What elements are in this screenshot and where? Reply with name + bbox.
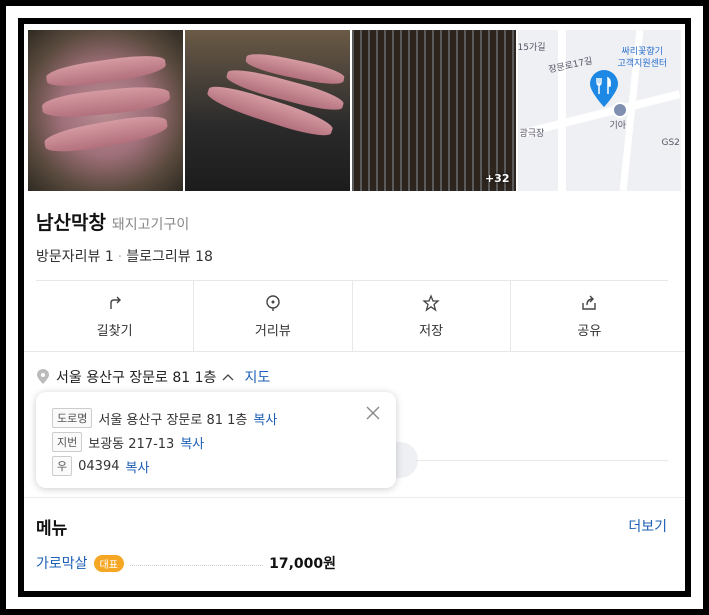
road-address-row: 도로명 서울 용산구 장문로 81 1층 복사 (52, 408, 277, 428)
meat-shape (42, 111, 170, 157)
road-tag: 도로명 (52, 408, 93, 428)
star-icon (422, 293, 440, 312)
map-thumbnail[interactable]: 15가길 장문로17길 싸리꽃향기 고객지원센터 기아 GS2 광극장 (517, 30, 681, 191)
close-icon[interactable] (366, 406, 380, 420)
zip-code: 04394 (78, 458, 120, 474)
place-name: 남산막창 (36, 212, 106, 234)
action-label: 거리뷰 (254, 323, 291, 339)
map-label: 고객지원센터 (617, 59, 668, 69)
address-row[interactable]: 서울 용산구 장문로 81 1층 지도 (36, 367, 270, 387)
dotted-leader (129, 564, 264, 566)
zip-tag: 우 (52, 456, 73, 476)
map-label: 장문로17길 (547, 56, 593, 76)
visitor-review-link[interactable]: 방문자리뷰 1 (36, 249, 114, 265)
divider (416, 460, 668, 461)
copy-zip-button[interactable]: 복사 (125, 457, 149, 476)
map-label: 광극장 (519, 129, 545, 139)
streetview-icon (266, 294, 280, 311)
photo-more-count: +32 (484, 172, 510, 185)
map-road (557, 30, 566, 191)
copy-jibun-button[interactable]: 복사 (180, 433, 204, 452)
map-label: 기아 (609, 121, 627, 131)
menu-item-price: 17,000원 (269, 556, 336, 572)
share-button[interactable]: 공유 (511, 281, 668, 351)
divider (24, 351, 685, 352)
menu-more-link[interactable]: 더보기 (628, 516, 667, 536)
save-button[interactable]: 저장 (353, 281, 511, 351)
review-counts: 방문자리뷰 1 · 블로그리뷰 18 (36, 246, 213, 266)
address-detail-popup: 도로명 서울 용산구 장문로 81 1층 복사 지번 보광동 217-13 복사… (36, 392, 396, 488)
place-category: 돼지고기구이 (111, 217, 190, 233)
blog-review-link[interactable]: 블로그리뷰 18 (126, 249, 213, 265)
chevron-up-icon[interactable] (222, 372, 234, 382)
review-separator: · (117, 249, 123, 265)
background-element (396, 442, 418, 478)
menu-item[interactable]: 가로막살 대표 17,000원 (36, 553, 336, 573)
action-label: 길찾기 (96, 323, 133, 339)
directions-button[interactable]: 길찾기 (36, 281, 195, 351)
action-label: 공유 (577, 323, 602, 339)
road-address: 서울 용산구 장문로 81 1층 (98, 412, 248, 428)
jibun-address: 보광동 217-13 (88, 436, 175, 452)
title-row: 남산막창 돼지고기구이 (36, 208, 189, 235)
photo-strip: +32 15가길 장문로17길 싸리꽃향기 고객지원센터 기아 GS2 광극장 (28, 30, 681, 191)
location-pin-icon (37, 369, 49, 384)
jibun-tag: 지번 (52, 432, 83, 452)
photo-1[interactable] (28, 30, 183, 191)
copy-road-button[interactable]: 복사 (253, 409, 277, 428)
action-bar: 길찾기 거리뷰 저장 공유 (36, 281, 668, 351)
section-separator (24, 497, 685, 506)
action-label: 저장 (419, 323, 444, 339)
meat-shape (41, 83, 171, 121)
share-icon (582, 295, 597, 310)
menu-title: 메뉴 (36, 519, 68, 539)
jibun-address-row: 지번 보광동 217-13 복사 (52, 432, 204, 452)
streetview-button[interactable]: 거리뷰 (194, 281, 353, 351)
photo-3[interactable]: +32 (352, 30, 516, 191)
place-card: +32 15가길 장문로17길 싸리꽃향기 고객지원센터 기아 GS2 광극장 … (24, 24, 685, 591)
map-label: 15가길 (517, 43, 546, 53)
zip-row: 우 04394 복사 (52, 456, 149, 476)
map-link[interactable]: 지도 (244, 367, 270, 387)
map-label: GS2 (661, 138, 680, 148)
location-dot-icon (611, 102, 628, 118)
photo-2[interactable] (184, 30, 350, 191)
menu-item-name: 가로막살 (36, 556, 88, 572)
address-text: 서울 용산구 장문로 81 1층 (56, 370, 217, 386)
directions-icon (109, 296, 121, 309)
meat-shape (45, 51, 167, 91)
representative-badge: 대표 (93, 554, 124, 572)
